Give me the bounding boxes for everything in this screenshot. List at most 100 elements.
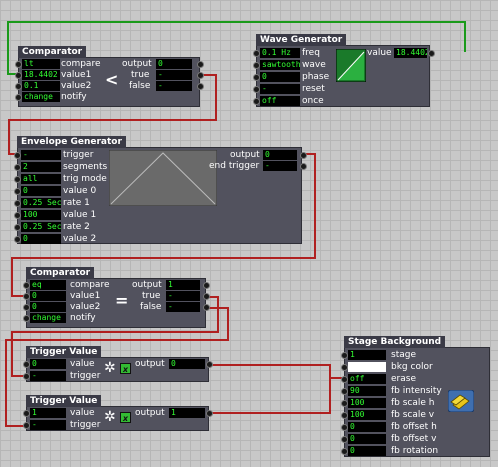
fb-scale-h-field[interactable]: 100 [348, 398, 386, 408]
output-port[interactable] [203, 282, 210, 289]
input-port[interactable] [14, 188, 21, 195]
output-field[interactable]: 1 [166, 280, 200, 290]
input-port[interactable] [341, 352, 348, 359]
trigger-field[interactable]: - [30, 420, 66, 430]
output-port[interactable] [300, 163, 307, 170]
true-label: true [131, 70, 150, 80]
trigger-value-actor-2[interactable]: Trigger Value 1 value - trigger ✲ x outp… [23, 395, 213, 431]
output-port[interactable] [197, 83, 204, 90]
notify-field[interactable]: change [30, 313, 66, 323]
output-port[interactable] [206, 361, 213, 368]
input-port[interactable] [253, 74, 260, 81]
true-field[interactable]: - [166, 291, 200, 301]
actor-title[interactable]: Trigger Value [26, 346, 102, 358]
stage-field[interactable]: 1 [348, 350, 386, 360]
output-port[interactable] [197, 72, 204, 79]
output-label: output [230, 150, 260, 160]
input-port[interactable] [14, 236, 21, 243]
trigger-label: trigger [70, 371, 101, 381]
output-port[interactable] [203, 304, 210, 311]
output-field[interactable]: 0 [263, 150, 297, 160]
rate-1-field[interactable]: 0.25 Seco [21, 198, 61, 208]
once-field[interactable]: off [260, 96, 300, 106]
bkg-color-label: bkg color [391, 362, 433, 372]
output-label: output [135, 359, 165, 369]
input-port[interactable] [14, 224, 21, 231]
fb-intensity-field[interactable]: 90 [348, 386, 386, 396]
fb-rotation-field[interactable]: 0 [348, 446, 386, 456]
input-port[interactable] [341, 424, 348, 431]
trig-mode-field[interactable]: all [21, 174, 61, 184]
input-port[interactable] [341, 364, 348, 371]
input-port[interactable] [253, 98, 260, 105]
trigger-value-actor-1[interactable]: Trigger Value 0 value - trigger ✲ x outp… [23, 346, 213, 382]
comparator-actor-2[interactable]: Comparator eq compare 0 value1 0 value2 … [23, 267, 210, 328]
once-label: once [302, 96, 324, 106]
false-field[interactable]: - [156, 81, 192, 91]
comparator-actor-1[interactable]: Comparator lt compare 18.4402 value1 0.1… [15, 46, 204, 107]
input-port[interactable] [253, 86, 260, 93]
notify-label: notify [61, 92, 87, 102]
fb-offset-h-field[interactable]: 0 [348, 422, 386, 432]
input-port[interactable] [341, 388, 348, 395]
value-2-field[interactable]: 0 [21, 234, 61, 244]
output-port[interactable] [300, 152, 307, 159]
rate-2-field[interactable]: 0.25 Seco [21, 222, 61, 232]
false-field[interactable]: - [166, 302, 200, 312]
wave-field[interactable]: sawtooth [260, 60, 300, 70]
input-port[interactable] [23, 373, 30, 380]
input-port[interactable] [341, 400, 348, 407]
input-port[interactable] [23, 422, 30, 429]
stage-icon [448, 390, 474, 412]
input-port[interactable] [341, 376, 348, 383]
input-port[interactable] [341, 412, 348, 419]
rate-2-label: rate 2 [63, 222, 90, 232]
value-label: value [367, 48, 392, 58]
actor-title[interactable]: Stage Background [344, 336, 446, 348]
rate-1-label: rate 1 [63, 198, 90, 208]
phase-field[interactable]: 0 [260, 72, 300, 82]
actor-title[interactable]: Trigger Value [26, 395, 102, 407]
input-port[interactable] [14, 200, 21, 207]
actor-title[interactable]: Envelope Generator [17, 136, 126, 148]
reset-field[interactable]: - [260, 84, 300, 94]
input-port[interactable] [14, 212, 21, 219]
fb-offset-v-field[interactable]: 0 [348, 434, 386, 444]
actor-title[interactable]: Wave Generator [256, 34, 347, 46]
trigger-field[interactable]: - [30, 371, 66, 381]
end-trigger-field[interactable]: - [263, 161, 297, 171]
output-port[interactable] [428, 50, 435, 57]
fb-scale-v-field[interactable]: 100 [348, 410, 386, 420]
trigger-label: trigger [70, 420, 101, 430]
bkg-color-field[interactable] [348, 362, 386, 372]
output-label: output [135, 408, 165, 418]
fb-rotation-label: fb rotation [391, 446, 439, 456]
input-port[interactable] [23, 315, 30, 322]
value-field[interactable]: 18.4402 [394, 48, 427, 58]
false-label: false [129, 81, 151, 91]
envelope-generator-actor[interactable]: Envelope Generator - trigger 2 segments all t… [14, 136, 307, 244]
input-port[interactable] [341, 448, 348, 455]
reset-label: reset [302, 84, 325, 94]
fb-scale-h-label: fb scale h [391, 398, 435, 408]
value-0-field[interactable]: 0 [21, 186, 61, 196]
notify-field[interactable]: change [22, 92, 60, 102]
input-port[interactable] [253, 62, 260, 69]
output-field[interactable]: 1 [169, 408, 205, 418]
input-port[interactable] [341, 436, 348, 443]
input-port[interactable] [15, 94, 22, 101]
input-port[interactable] [14, 176, 21, 183]
value-1-field[interactable]: 100 [21, 210, 61, 220]
output-field[interactable]: 0 [169, 359, 205, 369]
stage-label: stage [391, 350, 416, 360]
erase-field[interactable]: off [348, 374, 386, 384]
output-field[interactable]: 0 [156, 59, 192, 69]
actor-title[interactable]: Comparator [26, 267, 95, 279]
output-port[interactable] [203, 293, 210, 300]
true-field[interactable]: - [156, 70, 192, 80]
actor-title[interactable]: Comparator [18, 46, 87, 58]
output-port[interactable] [197, 61, 204, 68]
wave-generator-actor[interactable]: Wave Generator 0.1 Hz freq sawtooth wave… [253, 34, 435, 107]
stage-background-actor[interactable]: Stage Background 1 stage bkg color off erase… [341, 336, 490, 457]
output-port[interactable] [206, 410, 213, 417]
